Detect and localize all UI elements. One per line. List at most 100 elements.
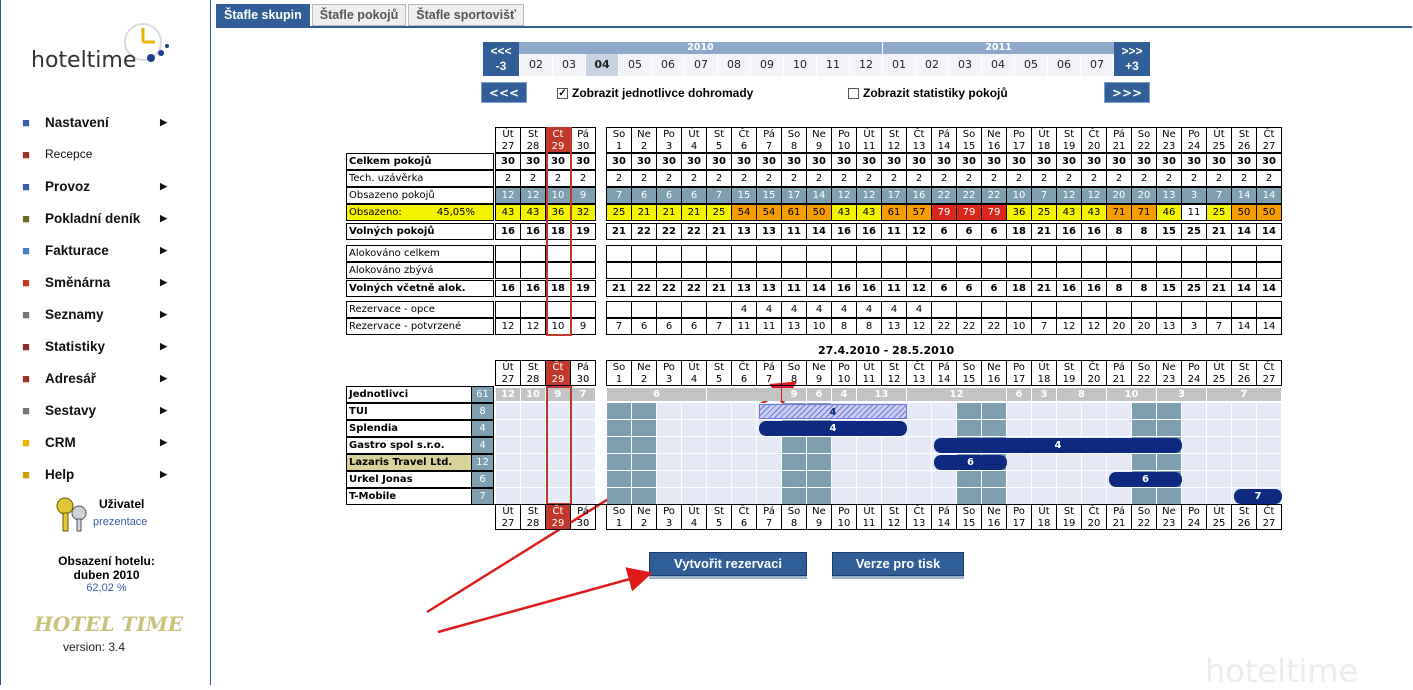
group-day-cell[interactable] xyxy=(707,437,732,454)
group-day-cell[interactable] xyxy=(1232,437,1257,454)
group-day-cell[interactable] xyxy=(571,420,596,437)
group-day-cell[interactable] xyxy=(1257,420,1282,437)
group-day-cell[interactable] xyxy=(1207,454,1232,471)
group-day-cell[interactable] xyxy=(1257,437,1282,454)
group-day-cell[interactable] xyxy=(932,420,957,437)
group-day-cell[interactable] xyxy=(807,437,832,454)
group-day-cell[interactable] xyxy=(957,488,982,505)
tab-room-schedule[interactable]: Štafle pokojů xyxy=(311,4,407,26)
group-name[interactable]: Jednotlivci xyxy=(346,386,472,403)
group-day-cell[interactable] xyxy=(1207,403,1232,420)
group-day-cell[interactable] xyxy=(1107,454,1132,471)
group-day-cell[interactable] xyxy=(571,403,596,420)
individuals-segment[interactable]: 7 xyxy=(571,388,595,401)
group-day-cell[interactable] xyxy=(682,488,707,505)
group-day-cell[interactable] xyxy=(657,471,682,488)
group-day-cell[interactable] xyxy=(1007,488,1032,505)
group-name[interactable]: T-Mobile xyxy=(346,488,472,505)
group-day-cell[interactable] xyxy=(1257,454,1282,471)
group-day-cell[interactable] xyxy=(521,471,546,488)
group-day-cell[interactable] xyxy=(1032,403,1057,420)
group-day-cell[interactable] xyxy=(857,471,882,488)
group-day-cell[interactable] xyxy=(907,454,932,471)
menu-item-5[interactable]: ■ Směnárna ▶ xyxy=(17,266,197,298)
group-day-cell[interactable] xyxy=(1057,471,1082,488)
group-day-cell[interactable] xyxy=(1207,488,1232,505)
group-day-cell[interactable] xyxy=(1182,471,1207,488)
print-version-button[interactable]: Verze pro tisk xyxy=(832,552,964,576)
group-name[interactable]: Urkel Jonas xyxy=(346,471,472,488)
individuals-segment[interactable]: 13 xyxy=(857,388,906,401)
menu-item-7[interactable]: ■ Statistiky ▶ xyxy=(17,330,197,362)
month-13[interactable]: 03 xyxy=(948,54,981,76)
month-12[interactable]: 02 xyxy=(915,54,948,76)
group-day-cell[interactable] xyxy=(757,471,782,488)
group-day-cell[interactable] xyxy=(832,471,857,488)
group-day-cell[interactable] xyxy=(782,471,807,488)
group-day-cell[interactable] xyxy=(1207,437,1232,454)
group-day-cell[interactable] xyxy=(1107,488,1132,505)
group-day-cell[interactable] xyxy=(807,454,832,471)
checkbox-unchecked[interactable] xyxy=(848,87,859,99)
group-day-cell[interactable] xyxy=(1157,454,1182,471)
group-day-cell[interactable] xyxy=(1032,454,1057,471)
month-14[interactable]: 04 xyxy=(981,54,1014,76)
group-day-cell[interactable] xyxy=(1032,420,1057,437)
group-day-cell[interactable] xyxy=(1182,488,1207,505)
individuals-segment[interactable] xyxy=(707,388,781,401)
reservation-bar[interactable]: 4 xyxy=(934,438,1182,453)
month-10[interactable]: 12 xyxy=(849,54,882,76)
individuals-segment[interactable]: 6 xyxy=(807,388,831,401)
month-2[interactable]: 04 xyxy=(585,54,618,76)
month-4[interactable]: 06 xyxy=(651,54,684,76)
prev-button[interactable]: <<< xyxy=(481,82,527,103)
group-day-cell[interactable] xyxy=(521,454,546,471)
group-day-cell[interactable] xyxy=(657,420,682,437)
group-day-cell[interactable] xyxy=(757,488,782,505)
group-day-cell[interactable] xyxy=(1057,420,1082,437)
group-day-cell[interactable] xyxy=(1232,454,1257,471)
group-day-cell[interactable] xyxy=(907,437,932,454)
group-day-cell[interactable] xyxy=(682,471,707,488)
month-7[interactable]: 09 xyxy=(750,54,783,76)
group-day-cell[interactable] xyxy=(1157,488,1182,505)
menu-item-11[interactable]: ■ Help ▶ xyxy=(17,458,197,490)
tab-sports-schedule[interactable]: Štafle sportovišť xyxy=(408,4,525,26)
group-day-cell[interactable] xyxy=(932,471,957,488)
group-day-cell[interactable] xyxy=(832,488,857,505)
individuals-segment[interactable]: 6 xyxy=(1007,388,1031,401)
group-day-cell[interactable] xyxy=(1182,420,1207,437)
group-day-cell[interactable] xyxy=(682,454,707,471)
group-day-cell[interactable] xyxy=(1232,471,1257,488)
group-day-cell[interactable] xyxy=(732,454,757,471)
group-day-cell[interactable] xyxy=(657,403,682,420)
group-day-cell[interactable] xyxy=(707,454,732,471)
group-day-cell[interactable] xyxy=(932,488,957,505)
group-day-cell[interactable] xyxy=(782,437,807,454)
month-8[interactable]: 10 xyxy=(783,54,816,76)
group-day-cell[interactable] xyxy=(1207,420,1232,437)
group-day-cell[interactable] xyxy=(632,420,657,437)
group-day-cell[interactable] xyxy=(982,420,1007,437)
individuals-segment[interactable]: 6 xyxy=(607,388,706,401)
group-day-cell[interactable] xyxy=(657,488,682,505)
group-day-cell[interactable] xyxy=(807,471,832,488)
group-day-cell[interactable] xyxy=(607,420,632,437)
group-day-cell[interactable] xyxy=(657,437,682,454)
menu-item-2[interactable]: ■ Provoz ▶ xyxy=(17,170,197,202)
group-name[interactable]: Lazaris Travel Ltd. xyxy=(346,454,472,471)
group-day-cell[interactable] xyxy=(682,420,707,437)
prev-3-months-button[interactable]: <<< -3 xyxy=(483,42,519,76)
group-day-cell[interactable] xyxy=(757,454,782,471)
group-day-cell[interactable] xyxy=(1157,403,1182,420)
group-day-cell[interactable] xyxy=(496,437,521,454)
group-day-cell[interactable] xyxy=(882,488,907,505)
group-day-cell[interactable] xyxy=(1107,403,1132,420)
group-day-cell[interactable] xyxy=(496,488,521,505)
group-day-cell[interactable] xyxy=(732,488,757,505)
individuals-segment[interactable]: 3 xyxy=(1157,388,1206,401)
menu-item-4[interactable]: ■ Fakturace ▶ xyxy=(17,234,197,266)
group-day-cell[interactable] xyxy=(957,420,982,437)
group-day-cell[interactable] xyxy=(907,488,932,505)
group-day-cell[interactable] xyxy=(632,454,657,471)
